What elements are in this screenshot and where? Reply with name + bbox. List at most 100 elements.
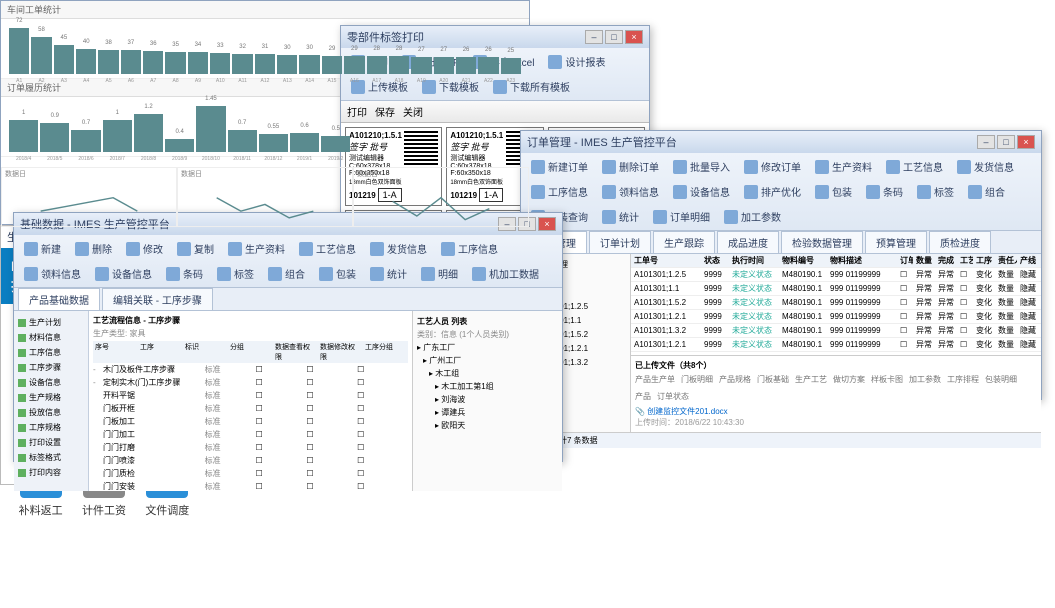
process-tree-row[interactable]: 门板开框标准☐☐☐ bbox=[93, 402, 408, 415]
order-grid[interactable]: 工单号状态执行时间物料编号物料描述订单数量完成工艺工序责任人产线A101301;… bbox=[631, 254, 1041, 355]
sidebar-item[interactable]: 标签格式 bbox=[18, 450, 84, 465]
sidebar-item[interactable]: 工序规格 bbox=[18, 420, 84, 435]
ribbon-button[interactable]: 组合 bbox=[264, 264, 309, 283]
ribbon-button[interactable]: 条码 bbox=[162, 264, 207, 283]
sub-toolbar-button[interactable]: 关闭 bbox=[403, 104, 423, 119]
ribbon-button[interactable]: 发货信息 bbox=[366, 239, 431, 258]
ribbon-button[interactable]: 统计 bbox=[366, 264, 411, 283]
ribbon-button[interactable]: 发货信息 bbox=[953, 157, 1018, 176]
grid-row[interactable]: A101301;1.2.59999未定义状态M480190.1999 01199… bbox=[631, 268, 1041, 282]
ribbon-button[interactable]: 订单明细 bbox=[649, 207, 714, 226]
sidebar-item[interactable]: 材料信息 bbox=[18, 330, 84, 345]
grid-row[interactable]: A101301;1.19999未定义状态M480190.1999 0119999… bbox=[631, 282, 1041, 296]
process-tree-row[interactable]: 门板加工标准☐☐☐ bbox=[93, 415, 408, 428]
ribbon-button[interactable]: 生产资料 bbox=[224, 239, 289, 258]
grid-row[interactable]: A101301;1.5.29999未定义状态M480190.1999 01199… bbox=[631, 296, 1041, 310]
main-tab[interactable]: 订单计划 bbox=[589, 231, 651, 253]
process-tree-row[interactable]: -定制实木(门)工序步骤标准☐☐☐ bbox=[93, 376, 408, 389]
sub-toolbar-button[interactable]: 保存 bbox=[375, 104, 395, 119]
process-tree-grid[interactable]: 工艺流程信息 - 工序步骤 生产类型: 家具 序号工序标识分组数据查看权限数据修… bbox=[89, 311, 412, 491]
sidebar-item[interactable]: 工序信息 bbox=[18, 345, 84, 360]
grid-row[interactable]: A101301;1.2.19999未定义状态M480190.1999 01199… bbox=[631, 338, 1041, 352]
attachment-tab[interactable]: 工序排程 bbox=[947, 374, 979, 385]
personnel-tree-item[interactable]: ▸ 木工组 bbox=[417, 367, 558, 380]
ribbon-button[interactable]: 设备信息 bbox=[669, 182, 734, 201]
main-tab[interactable]: 成品进度 bbox=[717, 231, 779, 253]
close-button[interactable]: × bbox=[538, 217, 556, 231]
process-tree-row[interactable]: 门门打磨标准☐☐☐ bbox=[93, 441, 408, 454]
ribbon-button[interactable]: 明细 bbox=[417, 264, 462, 283]
ribbon-button[interactable]: 工艺信息 bbox=[295, 239, 360, 258]
ribbon-button[interactable]: 工艺信息 bbox=[882, 157, 947, 176]
attachment-tab[interactable]: 门板基础 bbox=[757, 374, 789, 385]
process-tree-row[interactable]: 门门质检标准☐☐☐ bbox=[93, 467, 408, 480]
personnel-tree-item[interactable]: ▸ 欧阳天 bbox=[417, 419, 558, 432]
toolbar-button[interactable]: 设计报表 bbox=[544, 52, 609, 71]
maximize-button[interactable]: □ bbox=[605, 30, 623, 44]
ribbon-button[interactable]: 工序信息 bbox=[437, 239, 502, 258]
process-tree-row[interactable]: 门门喷漆标准☐☐☐ bbox=[93, 454, 408, 467]
ribbon-button[interactable]: 包装 bbox=[315, 264, 360, 283]
main-tab[interactable]: 质检进度 bbox=[929, 231, 991, 253]
process-tree-row[interactable]: 门门安装标准☐☐☐ bbox=[93, 480, 408, 491]
maximize-button[interactable]: □ bbox=[997, 135, 1015, 149]
grid-row[interactable]: A101301;1.2.19999未定义状态M480190.1999 01199… bbox=[631, 310, 1041, 324]
ribbon-button[interactable]: 条码 bbox=[862, 182, 907, 201]
ribbon-button[interactable]: 新建订单 bbox=[527, 157, 592, 176]
attachment-file[interactable]: 创建监控文件201.docx bbox=[647, 407, 727, 416]
ribbon-button[interactable]: 批量导入 bbox=[669, 157, 734, 176]
tab[interactable]: 编辑关联 - 工序步骤 bbox=[102, 288, 213, 310]
personnel-tree-item[interactable]: ▸ 广州工厂 bbox=[417, 354, 558, 367]
ribbon-button[interactable]: 修改订单 bbox=[740, 157, 805, 176]
ribbon-button[interactable]: 领料信息 bbox=[598, 182, 663, 201]
ribbon-button[interactable]: 统计 bbox=[598, 207, 643, 226]
minimize-button[interactable]: – bbox=[585, 30, 603, 44]
main-tab[interactable]: 检验数据管理 bbox=[781, 231, 863, 253]
tab[interactable]: 产品基础数据 bbox=[18, 288, 100, 310]
sidebar-item[interactable]: 投放信息 bbox=[18, 405, 84, 420]
attachment-tab[interactable]: 产品规格 bbox=[719, 374, 751, 385]
personnel-tree-item[interactable]: ▸ 木工加工第1组 bbox=[417, 380, 558, 393]
ribbon-button[interactable]: 修改 bbox=[122, 239, 167, 258]
ribbon-button[interactable]: 工序信息 bbox=[527, 182, 592, 201]
process-tree-row[interactable]: 门门加工标准☐☐☐ bbox=[93, 428, 408, 441]
process-tree-row[interactable]: 开料平锯标准☐☐☐ bbox=[93, 389, 408, 402]
personnel-panel[interactable]: 工艺人员 列表 类别：信息 (1个人员类别) ▸ 广东工厂▸ 广州工厂▸ 木工组… bbox=[412, 311, 562, 491]
ribbon-button[interactable]: 标签 bbox=[213, 264, 258, 283]
ribbon-button[interactable]: 生产资料 bbox=[811, 157, 876, 176]
ribbon-button[interactable]: 复制 bbox=[173, 239, 218, 258]
attachment-tab[interactable]: 加工参数 bbox=[909, 374, 941, 385]
ribbon-button[interactable]: 机加工数据 bbox=[468, 264, 543, 283]
sidebar-item[interactable]: 生产规格 bbox=[18, 390, 84, 405]
expand-icon[interactable]: - bbox=[93, 378, 103, 387]
ribbon-button[interactable]: 新建 bbox=[20, 239, 65, 258]
titlebar[interactable]: 订单管理 - IMES 生产管控平台 – □ × bbox=[521, 131, 1041, 153]
personnel-tree-item[interactable]: ▸ 谭建兵 bbox=[417, 406, 558, 419]
ribbon-button[interactable]: 标签 bbox=[913, 182, 958, 201]
titlebar[interactable]: 零部件标签打印 – □ × bbox=[341, 26, 649, 48]
attachment-tab[interactable]: 订单状态 bbox=[657, 391, 689, 402]
ribbon-button[interactable]: 删除订单 bbox=[598, 157, 663, 176]
attachment-tab[interactable]: 包装明细 bbox=[985, 374, 1017, 385]
sidebar-item[interactable]: 打印设置 bbox=[18, 435, 84, 450]
ribbon-button[interactable]: 排产优化 bbox=[740, 182, 805, 201]
sub-toolbar-button[interactable]: 打印 bbox=[347, 104, 367, 119]
attachment-tab[interactable]: 做切方案 bbox=[833, 374, 865, 385]
sidebar-item[interactable]: 打印内容 bbox=[18, 465, 84, 480]
expand-icon[interactable]: - bbox=[93, 365, 103, 374]
close-button[interactable]: × bbox=[1017, 135, 1035, 149]
attachment-tab[interactable]: 门板明细 bbox=[681, 374, 713, 385]
main-tab[interactable]: 预算管理 bbox=[865, 231, 927, 253]
ribbon-button[interactable]: 包装 bbox=[811, 182, 856, 201]
attachment-tab[interactable]: 产品生产单 bbox=[635, 374, 675, 385]
ribbon-button[interactable]: 组合 bbox=[964, 182, 1009, 201]
minimize-button[interactable]: – bbox=[977, 135, 995, 149]
main-tab[interactable]: 生产跟踪 bbox=[653, 231, 715, 253]
close-button[interactable]: × bbox=[625, 30, 643, 44]
ribbon-button[interactable]: 设备信息 bbox=[91, 264, 156, 283]
personnel-tree-item[interactable]: ▸ 刘海波 bbox=[417, 393, 558, 406]
grid-row[interactable]: A101301;1.3.29999未定义状态M480190.1999 01199… bbox=[631, 324, 1041, 338]
attachment-tab[interactable]: 生产工艺 bbox=[795, 374, 827, 385]
process-tree-row[interactable]: -木门及板件工序步骤标准☐☐☐ bbox=[93, 363, 408, 376]
sidebar-item[interactable]: 工序步骤 bbox=[18, 360, 84, 375]
